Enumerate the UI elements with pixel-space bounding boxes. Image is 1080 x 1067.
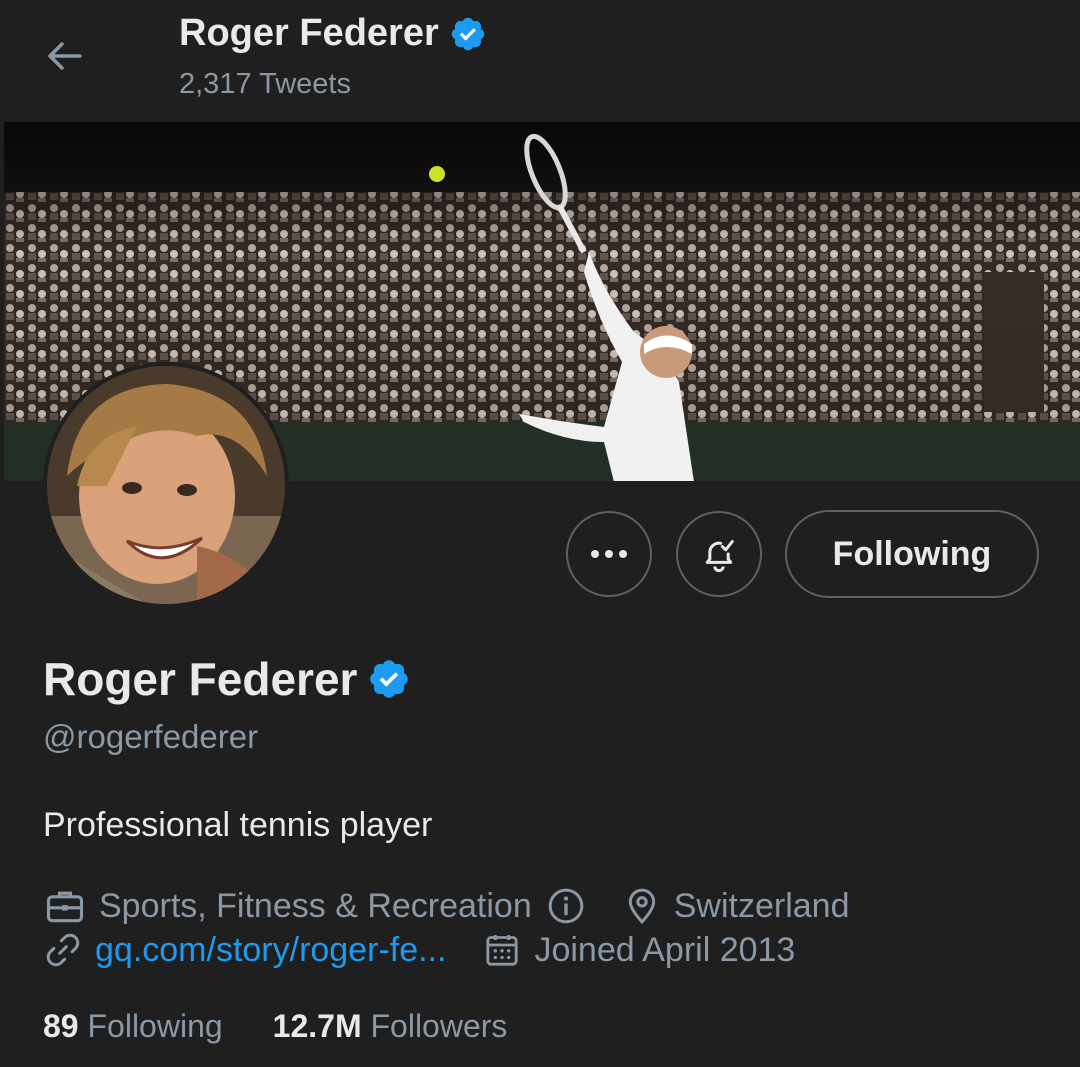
profile-bio: Professional tennis player	[43, 806, 433, 844]
header-title-row: Roger Federer	[179, 12, 487, 55]
profile-category: Sports, Fitness & Recreation	[99, 886, 532, 925]
following-count: 89	[43, 1008, 79, 1044]
following-button[interactable]: Following	[785, 510, 1039, 598]
profile-name: Roger Federer	[43, 653, 358, 705]
info-icon[interactable]	[546, 886, 586, 926]
calendar-icon	[482, 930, 522, 970]
briefcase-icon	[43, 884, 87, 928]
profile-location: Switzerland	[673, 886, 850, 925]
profile-meta-row-1: Sports, Fitness & Recreation Switzerland	[43, 884, 850, 928]
avatar-image	[47, 366, 285, 604]
followers-count: 12.7M	[272, 1008, 362, 1044]
more-button[interactable]	[566, 511, 652, 597]
followers-label: Followers	[370, 1008, 508, 1044]
verified-badge-icon	[370, 660, 409, 698]
following-stat[interactable]: 89 Following	[43, 1008, 223, 1045]
profile-meta-row-2: gq.com/story/roger-fe... Joined April 20…	[43, 930, 795, 970]
top-bar: Roger Federer 2,317 Tweets	[0, 0, 1080, 121]
followers-stat[interactable]: 12.7M Followers	[273, 1008, 508, 1045]
back-button[interactable]	[40, 32, 88, 80]
arrow-left-icon	[48, 42, 82, 70]
profile-website-link[interactable]: gq.com/story/roger-fe...	[95, 931, 446, 970]
bell-check-icon	[705, 540, 734, 573]
header-title: Roger Federer	[179, 12, 439, 54]
notifications-button[interactable]	[676, 511, 762, 597]
profile-avatar[interactable]	[43, 362, 289, 608]
link-icon	[43, 930, 83, 970]
following-label: Following	[87, 1008, 223, 1044]
profile-handle: @rogerfederer	[43, 718, 259, 755]
more-icon	[591, 550, 627, 558]
profile-joined-date: Joined April 2013	[534, 930, 796, 969]
profile-name-row: Roger Federer	[43, 652, 411, 706]
location-pin-icon	[622, 886, 662, 926]
tweet-count: 2,317 Tweets	[179, 68, 351, 100]
verified-badge-icon	[451, 17, 484, 50]
profile-stats: 89 Following 12.7M Followers	[43, 1008, 507, 1045]
